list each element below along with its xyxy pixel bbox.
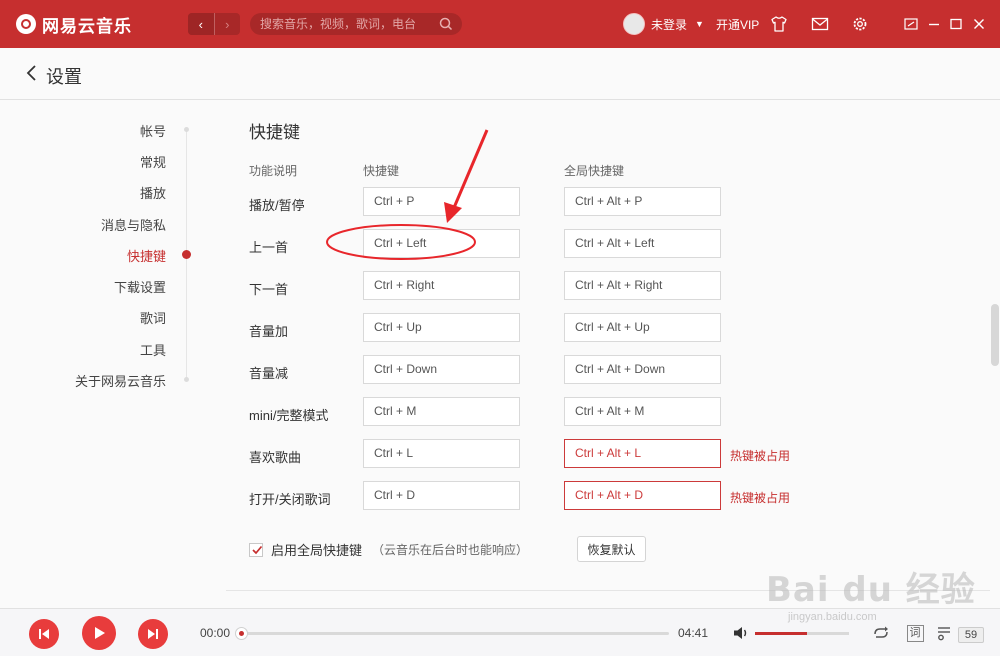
- sidebar-item-privacy[interactable]: 消息与隐私: [101, 215, 166, 234]
- shortcut-input[interactable]: Ctrl + Down: [363, 355, 520, 384]
- total-time: 04:41: [678, 626, 709, 640]
- chevron-down-icon[interactable]: ▼: [695, 19, 704, 29]
- lyrics-toggle-button[interactable]: 词: [905, 624, 925, 642]
- enable-global-shortcuts: 启用全局快捷键 （云音乐在后台时也能响应）: [249, 540, 528, 559]
- global-shortcut-input[interactable]: Ctrl + Alt + M: [564, 397, 721, 426]
- divider: [226, 590, 990, 591]
- forward-button[interactable]: ›: [213, 13, 241, 35]
- watermark-brand: Bai du 经验: [766, 570, 976, 610]
- app-name: 网易云音乐: [42, 16, 132, 36]
- global-shortcut-input[interactable]: Ctrl + Alt + Right: [564, 271, 721, 300]
- sidebar-active-dot: [182, 250, 191, 259]
- shortcut-label: 打开/关闭歌词: [249, 492, 331, 507]
- current-time: 00:00: [200, 626, 231, 640]
- avatar[interactable]: [623, 13, 645, 35]
- minimize-icon[interactable]: [924, 14, 944, 34]
- shortcut-input[interactable]: Ctrl + M: [363, 397, 520, 426]
- shortcut-label: 播放/暂停: [249, 198, 305, 213]
- shortcut-label: 下一首: [249, 282, 289, 297]
- column-header-shortcut: 快捷键: [363, 164, 400, 178]
- progress-handle[interactable]: [235, 627, 248, 640]
- checkmark-icon: [252, 545, 263, 554]
- global-shortcut-input[interactable]: Ctrl + Alt + P: [564, 187, 721, 216]
- play-icon: [95, 627, 105, 639]
- global-shortcut-input[interactable]: Ctrl + Alt + Left: [564, 229, 721, 258]
- previous-icon: [39, 629, 49, 639]
- sidebar-item-general[interactable]: 常规: [140, 152, 166, 171]
- shortcut-label: 上一首: [249, 240, 289, 255]
- shortcut-label: mini/完整模式: [249, 408, 329, 423]
- playlist-icon[interactable]: [936, 624, 956, 642]
- volume-slider[interactable]: [755, 632, 849, 635]
- settings-sidebar: 帐号 常规 播放 消息与隐私 快捷键 下载设置 歌词 工具 关于网易云音乐: [0, 100, 200, 608]
- volume-icon[interactable]: [732, 625, 750, 641]
- next-track-button[interactable]: [138, 619, 168, 649]
- sidebar-item-shortcuts[interactable]: 快捷键: [127, 246, 166, 265]
- hotkey-conflict-note: 热键被占用: [730, 449, 791, 463]
- history-nav: ‹ ›: [188, 13, 240, 35]
- column-header-description: 功能说明: [249, 164, 298, 178]
- mail-icon[interactable]: [810, 14, 830, 34]
- restore-default-button[interactable]: 恢复默认: [577, 536, 646, 562]
- vip-link[interactable]: 开通VIP: [716, 16, 759, 33]
- global-shortcut-input-conflict[interactable]: Ctrl + Alt + L: [564, 439, 721, 468]
- shortcut-input[interactable]: Ctrl + P: [363, 187, 520, 216]
- previous-track-button[interactable]: [29, 619, 59, 649]
- user-area: 未登录 ▼ 开通VIP: [623, 12, 759, 36]
- loop-mode-icon[interactable]: [871, 624, 891, 642]
- shortcut-input[interactable]: Ctrl + Right: [363, 271, 520, 300]
- progress-bar[interactable]: [242, 632, 669, 635]
- shortcut-input[interactable]: Ctrl + D: [363, 481, 520, 510]
- shortcut-input[interactable]: Ctrl + L: [363, 439, 520, 468]
- close-icon[interactable]: [969, 14, 989, 34]
- mini-mode-icon[interactable]: [901, 14, 921, 34]
- global-shortcut-input[interactable]: Ctrl + Alt + Down: [564, 355, 721, 384]
- column-header-global: 全局快捷键: [564, 164, 625, 178]
- title-bar: 网易云音乐 ‹ › 未登录 ▼ 开通VIP: [0, 0, 1000, 48]
- global-shortcut-input-conflict[interactable]: Ctrl + Alt + D: [564, 481, 721, 510]
- play-button[interactable]: [82, 616, 116, 650]
- shortcut-input[interactable]: Ctrl + Up: [363, 313, 520, 342]
- sidebar-item-about[interactable]: 关于网易云音乐: [75, 371, 166, 390]
- lyrics-toggle-label: 词: [906, 624, 924, 642]
- sidebar-dot: [184, 377, 189, 382]
- back-arrow-icon[interactable]: [25, 64, 39, 82]
- back-button[interactable]: ‹: [188, 13, 214, 35]
- search-input[interactable]: [260, 17, 438, 31]
- user-name[interactable]: 未登录: [651, 16, 687, 33]
- app-logo[interactable]: 网易云音乐: [16, 13, 132, 36]
- tshirt-icon[interactable]: [769, 14, 789, 34]
- gear-icon[interactable]: [850, 14, 870, 34]
- scrollbar-thumb[interactable]: [991, 304, 999, 366]
- shortcut-label: 音量加: [249, 324, 289, 339]
- player-bar: 00:00 04:41 词 59: [0, 608, 1000, 656]
- volume-fill: [755, 632, 807, 635]
- section-title: 快捷键: [249, 123, 300, 142]
- shortcut-label: 音量减: [249, 366, 289, 381]
- sidebar-dot: [184, 127, 189, 132]
- shortcut-input[interactable]: Ctrl + Left: [363, 229, 520, 258]
- page-header: 设置: [0, 48, 1000, 100]
- search-box: [250, 13, 462, 35]
- sidebar-item-playback[interactable]: 播放: [140, 183, 166, 202]
- enable-global-label[interactable]: 启用全局快捷键: [271, 540, 362, 559]
- global-shortcut-input[interactable]: Ctrl + Alt + Up: [564, 313, 721, 342]
- enable-global-checkbox[interactable]: [249, 542, 263, 557]
- sidebar-item-download[interactable]: 下载设置: [114, 277, 166, 296]
- maximize-icon[interactable]: [946, 14, 966, 34]
- sidebar-item-lyrics[interactable]: 歌词: [140, 308, 166, 327]
- page-title: 设置: [46, 67, 82, 87]
- next-icon: [148, 629, 158, 639]
- search-icon[interactable]: [438, 16, 454, 32]
- sidebar-item-tools[interactable]: 工具: [140, 340, 166, 359]
- hotkey-conflict-note: 热键被占用: [730, 491, 791, 505]
- enable-global-hint: （云音乐在后台时也能响应）: [372, 543, 529, 557]
- sidebar-item-account[interactable]: 帐号: [140, 121, 166, 140]
- shortcut-label: 喜欢歌曲: [249, 450, 302, 465]
- playlist-count[interactable]: 59: [958, 627, 984, 643]
- netease-music-logo-icon: [16, 14, 36, 34]
